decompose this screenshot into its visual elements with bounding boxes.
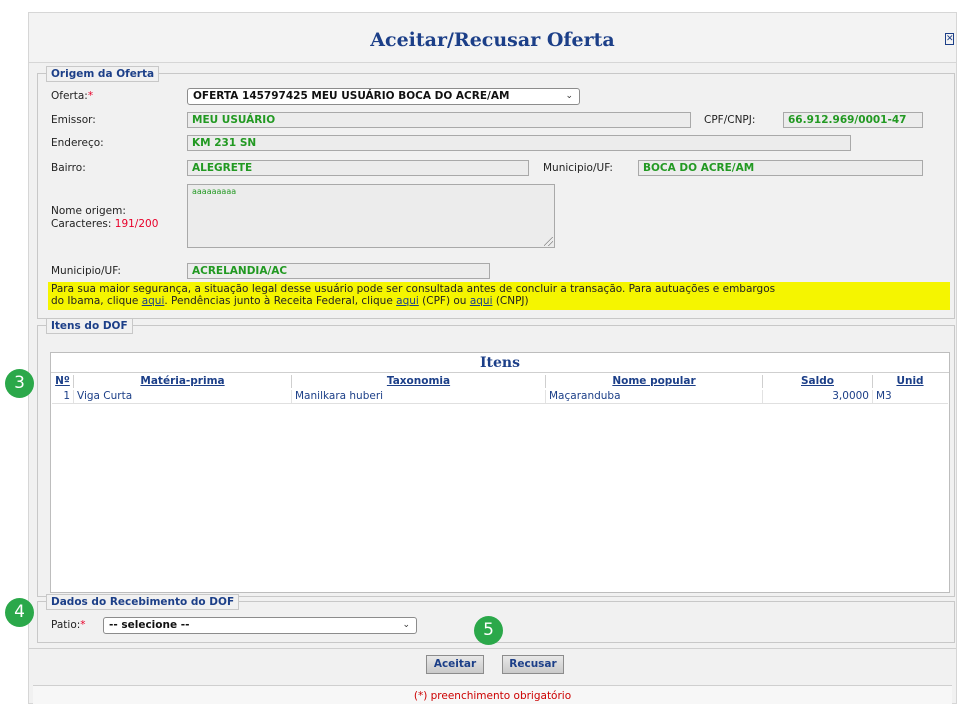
patio-select[interactable]: -- selecione -- ⌄: [103, 617, 417, 634]
col-header-nome-popular[interactable]: Nome popular: [546, 375, 763, 388]
warning-text: Para sua maior segurança, a situação leg…: [51, 283, 776, 295]
cell-nome-popular: Maçaranduba: [546, 390, 763, 403]
endereco-label: Endereço:: [51, 137, 104, 149]
emissor-label: Emissor:: [51, 114, 96, 126]
col-header-saldo[interactable]: Saldo: [763, 375, 873, 388]
warning-banner: Para sua maior segurança, a situação leg…: [48, 282, 950, 310]
itens-grid: Itens Nº Matéria-prima Taxonomia Nome po…: [50, 352, 950, 593]
patio-select-value: -- selecione --: [109, 619, 190, 631]
cell-materia-prima: Viga Curta: [74, 390, 292, 403]
oferta-label: Oferta:*: [51, 90, 94, 102]
oferta-select-value: OFERTA 145797425 MEU USUÁRIO BOCA DO ACR…: [193, 90, 510, 102]
dialog-title: Aceitar/Recusar Oferta: [370, 29, 615, 51]
grid-title: Itens: [51, 353, 949, 373]
recebimento-legend: Dados do Recebimento do DOF: [46, 594, 240, 610]
nome-origem-label: Nome origem:: [51, 205, 126, 217]
nome-origem-text: aaaaaaaaa: [192, 187, 237, 196]
cpf-field: 66.912.969/0001-47: [783, 112, 923, 128]
close-icon[interactable]: ✕: [945, 33, 954, 45]
col-header-numero[interactable]: Nº: [52, 375, 74, 388]
table-row[interactable]: 1 Viga Curta Manilkara huberi Maçarandub…: [52, 389, 948, 404]
ibama-link[interactable]: aqui: [142, 295, 165, 307]
accept-button[interactable]: Aceitar: [426, 655, 484, 674]
reject-button[interactable]: Recusar: [502, 655, 564, 674]
divider: [29, 648, 956, 649]
dialog-titlebar: Aceitar/Recusar Oferta ✕: [29, 13, 956, 63]
step-marker-5: 5: [474, 616, 503, 645]
step-marker-3: 3: [5, 369, 34, 398]
col-header-unid[interactable]: Unid: [873, 375, 947, 388]
cpf-label: CPF/CNPJ:: [704, 114, 756, 126]
cell-taxonomia: Manilkara huberi: [292, 390, 546, 403]
chevron-down-icon: ⌄: [402, 620, 410, 630]
required-note: (*) preenchimento obrigatório: [33, 685, 952, 704]
municipio-uf-field: BOCA DO ACRE/AM: [638, 160, 923, 176]
municipio-uf2-field: ACRELANDIA/AC: [187, 263, 490, 279]
caracteres-counter: Caracteres: 191/200: [51, 218, 159, 230]
itens-fieldset: Itens do DOF Itens Nº Matéria-prima Taxo…: [37, 318, 955, 597]
dialog-window: Aceitar/Recusar Oferta ✕ Origem da Ofert…: [28, 12, 957, 704]
col-header-taxonomia[interactable]: Taxonomia: [292, 375, 546, 388]
origem-fieldset: Origem da Oferta Oferta:* OFERTA 1457974…: [37, 66, 955, 319]
patio-label: Patio:*: [51, 619, 86, 631]
itens-legend: Itens do DOF: [46, 318, 133, 334]
cell-numero: 1: [52, 390, 74, 403]
step-marker-4: 4: [5, 598, 34, 627]
municipio-uf2-label: Municipio/UF:: [51, 265, 121, 277]
bairro-label: Bairro:: [51, 162, 86, 174]
cell-saldo: 3,0000: [763, 390, 873, 403]
nome-origem-textarea[interactable]: aaaaaaaaa: [187, 184, 555, 248]
emissor-field: MEU USUÁRIO: [187, 112, 691, 128]
cell-unid: M3: [876, 390, 892, 402]
cpf-link[interactable]: aqui: [396, 295, 419, 307]
origem-legend: Origem da Oferta: [46, 66, 160, 82]
chevron-down-icon: ⌄: [565, 91, 573, 101]
endereco-field: KM 231 SN: [187, 135, 851, 151]
cnpj-link[interactable]: aqui: [470, 295, 493, 307]
oferta-select[interactable]: OFERTA 145797425 MEU USUÁRIO BOCA DO ACR…: [187, 88, 580, 105]
col-header-materia-prima[interactable]: Matéria-prima: [74, 375, 292, 388]
resize-grip-icon[interactable]: [544, 237, 553, 246]
municipio-uf-label: Municipio/UF:: [543, 162, 613, 174]
bairro-field: ALEGRETE: [187, 160, 529, 176]
